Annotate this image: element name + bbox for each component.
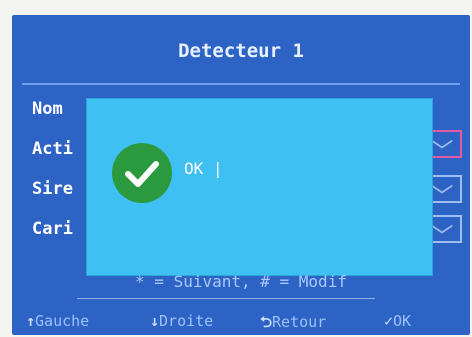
nav-label: Retour xyxy=(272,313,327,331)
nav-droite[interactable]: ↓Droite xyxy=(150,312,213,330)
dialog-message: OK | xyxy=(184,159,223,178)
check-circle-icon xyxy=(112,143,172,203)
arrow-down-icon: ↓ xyxy=(150,312,160,330)
nav-label: Droite xyxy=(159,312,214,330)
confirmation-dialog: OK | xyxy=(87,99,432,275)
check-icon: ✓ xyxy=(384,312,394,330)
row-label-carillon: Cari xyxy=(32,219,73,239)
title-divider xyxy=(22,83,460,85)
screen-title: Detecteur 1 xyxy=(178,40,304,62)
row-label-activation: Acti xyxy=(32,139,73,159)
nav-gauche[interactable]: ↑Gauche xyxy=(26,312,89,330)
device-screen: Detecteur 1 Nom Acti Sire Cari OK | * = … xyxy=(12,15,470,335)
row-label-nom: Nom xyxy=(32,99,63,119)
key-hint: * = Suivant, # = Modif xyxy=(135,272,347,291)
arrow-up-icon: ↑ xyxy=(26,312,36,330)
nav-label: OK xyxy=(393,312,412,330)
footer-divider xyxy=(77,298,375,299)
nav-retour[interactable]: ⮌Retour xyxy=(260,312,326,337)
nav-ok[interactable]: ✓OK xyxy=(384,312,411,330)
row-label-sirene: Sire xyxy=(32,179,73,199)
nav-label: Gauche xyxy=(35,312,90,330)
return-arrow-icon: ⮌ xyxy=(260,313,273,331)
